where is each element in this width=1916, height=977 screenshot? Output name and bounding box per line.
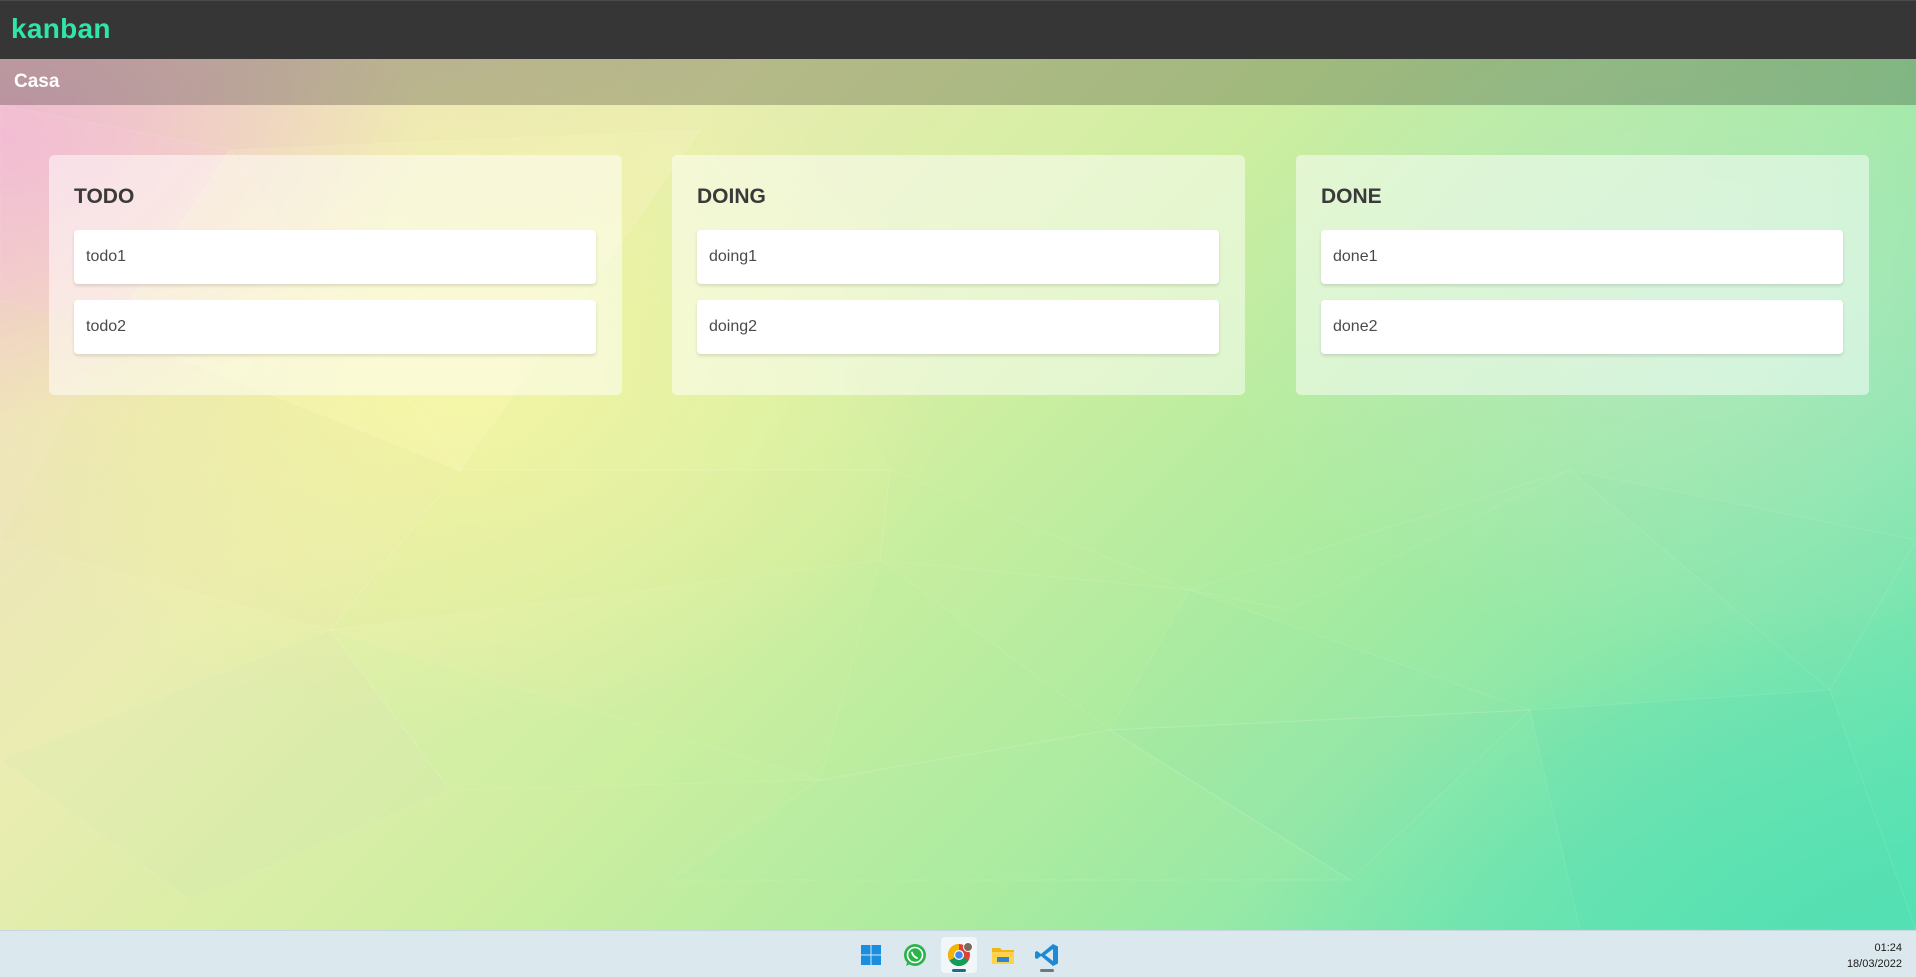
list-done: DONE done1 done2 [1296,155,1869,395]
file-explorer-icon[interactable] [985,937,1021,973]
card-title: doing2 [709,318,758,335]
chrome-icon[interactable] [941,937,977,973]
app-logo[interactable]: kanban [11,13,111,45]
card[interactable]: todo1 [74,230,596,284]
card-title: doing1 [709,248,758,265]
vscode-icon[interactable] [1029,937,1065,973]
card[interactable]: doing1 [697,230,1219,284]
lowpoly-pattern [0,104,1916,931]
card[interactable]: done2 [1321,300,1843,354]
running-indicator [1040,969,1054,972]
list-title: DONE [1321,185,1382,208]
clock-time: 01:24 [1874,942,1902,954]
card-title: done1 [1333,248,1378,265]
app-header: kanban [0,0,1916,59]
list-doing: DOING doing1 doing2 [672,155,1245,395]
taskbar: 01:24 18/03/2022 [0,930,1916,977]
windows-start-icon[interactable] [853,937,889,973]
card[interactable]: todo2 [74,300,596,354]
list-todo: TODO todo1 todo2 [49,155,622,395]
card[interactable]: done1 [1321,230,1843,284]
active-indicator [952,969,966,972]
list-title: DOING [697,185,766,208]
clock-date: 18/03/2022 [1846,958,1902,970]
system-clock[interactable]: 01:24 18/03/2022 [1847,940,1902,972]
card-title: todo1 [86,248,127,265]
whatsapp-icon[interactable] [897,937,933,973]
desktop-background [0,0,1916,977]
card-title: done2 [1333,318,1378,335]
card-title: todo2 [86,318,127,335]
card[interactable]: doing2 [697,300,1219,354]
list-title: TODO [74,185,135,208]
board-header: Casa [0,59,1916,105]
board-title[interactable]: Casa [14,71,59,93]
